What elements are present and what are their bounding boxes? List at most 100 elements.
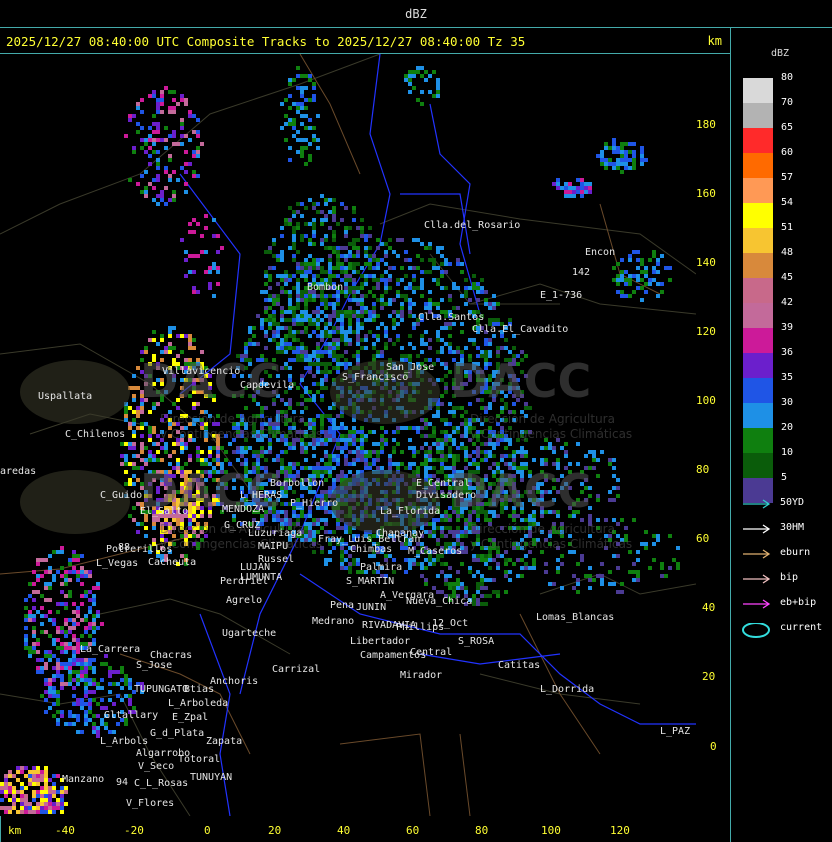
radar-echo-cell <box>340 438 344 442</box>
radar-echo-cell <box>524 554 528 558</box>
radar-echo-cell <box>332 418 336 422</box>
radar-echo-cell <box>144 186 148 190</box>
radar-echo-cell <box>444 434 448 438</box>
radar-echo-cell <box>480 602 484 606</box>
radar-echo-cell <box>440 442 444 446</box>
radar-echo-cell <box>132 418 136 422</box>
radar-echo-cell <box>80 634 84 638</box>
radar-echo-cell <box>380 306 384 310</box>
radar-echo-cell <box>184 442 188 446</box>
radar-echo-cell <box>444 382 448 386</box>
radar-echo-cell <box>412 278 416 282</box>
radar-echo-cell <box>312 374 316 378</box>
radar-echo-cell <box>348 438 352 442</box>
radar-echo-cell <box>320 414 324 418</box>
radar-echo-cell <box>344 258 348 262</box>
radar-echo-cell <box>484 338 488 342</box>
radar-echo-cell <box>180 122 184 126</box>
radar-echo-cell <box>364 238 368 242</box>
radar-echo-cell <box>372 346 376 350</box>
radar-echo-cell <box>180 118 184 122</box>
radar-echo-cell <box>344 558 348 562</box>
radar-echo-cell <box>368 330 372 334</box>
radar-echo-cell <box>292 246 296 250</box>
radar-echo-cell <box>164 170 168 174</box>
radar-echo-cell <box>136 106 140 110</box>
radar-echo-cell <box>324 198 328 202</box>
radar-echo-cell <box>332 354 336 358</box>
radar-echo-cell <box>276 298 280 302</box>
radar-echo-cell <box>344 206 348 210</box>
radar-echo-cell <box>492 306 496 310</box>
radar-echo-cell <box>284 218 288 222</box>
radar-echo-cell <box>276 274 280 278</box>
radar-echo-cell <box>328 254 332 258</box>
radar-echo-cell <box>484 578 488 582</box>
radar-echo-cell <box>592 458 596 462</box>
radar-echo-cell <box>396 322 400 326</box>
radar-echo-cell <box>36 650 40 654</box>
radar-echo-cell <box>320 222 324 226</box>
radar-echo-cell <box>268 298 272 302</box>
radar-echo-cell <box>520 566 524 570</box>
radar-echo-cell <box>272 322 276 326</box>
radar-echo-cell <box>296 262 300 266</box>
radar-echo-cell <box>316 462 320 466</box>
radar-echo-cell <box>148 410 152 414</box>
radar-map[interactable]: DACC Dirección de Agricultura y Contingenc… <box>0 54 696 816</box>
radar-echo-cell <box>420 434 424 438</box>
radar-echo-cell <box>356 430 360 434</box>
radar-echo-cell <box>420 338 424 342</box>
radar-echo-cell <box>588 450 592 454</box>
radar-echo-cell <box>300 374 304 378</box>
radar-echo-cell <box>388 266 392 270</box>
radar-echo-cell <box>188 138 192 142</box>
radar-echo-cell <box>280 326 284 330</box>
radar-echo-cell <box>332 366 336 370</box>
radar-echo-cell <box>340 310 344 314</box>
radar-echo-cell <box>180 450 184 454</box>
radar-echo-cell <box>464 586 468 590</box>
radar-echo-cell <box>128 406 132 410</box>
radar-echo-cell <box>444 418 448 422</box>
radar-echo-cell <box>36 642 40 646</box>
radar-echo-cell <box>432 426 436 430</box>
radar-echo-cell <box>140 434 144 438</box>
radar-echo-cell <box>348 434 352 438</box>
radar-echo-cell <box>520 450 524 454</box>
radar-echo-cell <box>612 458 616 462</box>
radar-echo-cell <box>364 246 368 250</box>
radar-echo-cell <box>488 318 492 322</box>
radar-echo-cell <box>368 430 372 434</box>
radar-echo-cell <box>484 586 488 590</box>
boundary-line <box>0 54 381 235</box>
radar-echo-cell <box>344 254 348 258</box>
radar-echo-cell <box>128 114 132 118</box>
radar-echo-cell <box>56 666 60 670</box>
radar-echo-cell <box>376 282 380 286</box>
radar-echo-cell <box>428 466 432 470</box>
radar-echo-cell <box>72 618 76 622</box>
unit-label: dBZ <box>405 7 427 21</box>
radar-echo-cell <box>440 274 444 278</box>
radar-echo-cell <box>436 330 440 334</box>
radar-echo-cell <box>364 274 368 278</box>
radar-echo-cell <box>408 354 412 358</box>
radar-echo-cell <box>148 94 152 98</box>
radar-echo-cell <box>408 310 412 314</box>
radar-echo-cell <box>88 574 92 578</box>
radar-echo-cell <box>480 558 484 562</box>
radar-echo-cell <box>324 518 328 522</box>
radar-echo-cell <box>44 558 48 562</box>
radar-echo-cell <box>488 450 492 454</box>
radar-echo-cell <box>212 458 216 462</box>
radar-echo-cell <box>292 514 296 518</box>
radar-echo-cell <box>420 426 424 430</box>
radar-echo-cell <box>296 314 300 318</box>
radar-echo-cell <box>476 286 480 290</box>
radar-echo-cell <box>336 310 340 314</box>
radar-echo-cell <box>344 226 348 230</box>
radar-echo-cell <box>320 422 324 426</box>
radar-echo-cell <box>484 450 488 454</box>
radar-echo-cell <box>328 414 332 418</box>
